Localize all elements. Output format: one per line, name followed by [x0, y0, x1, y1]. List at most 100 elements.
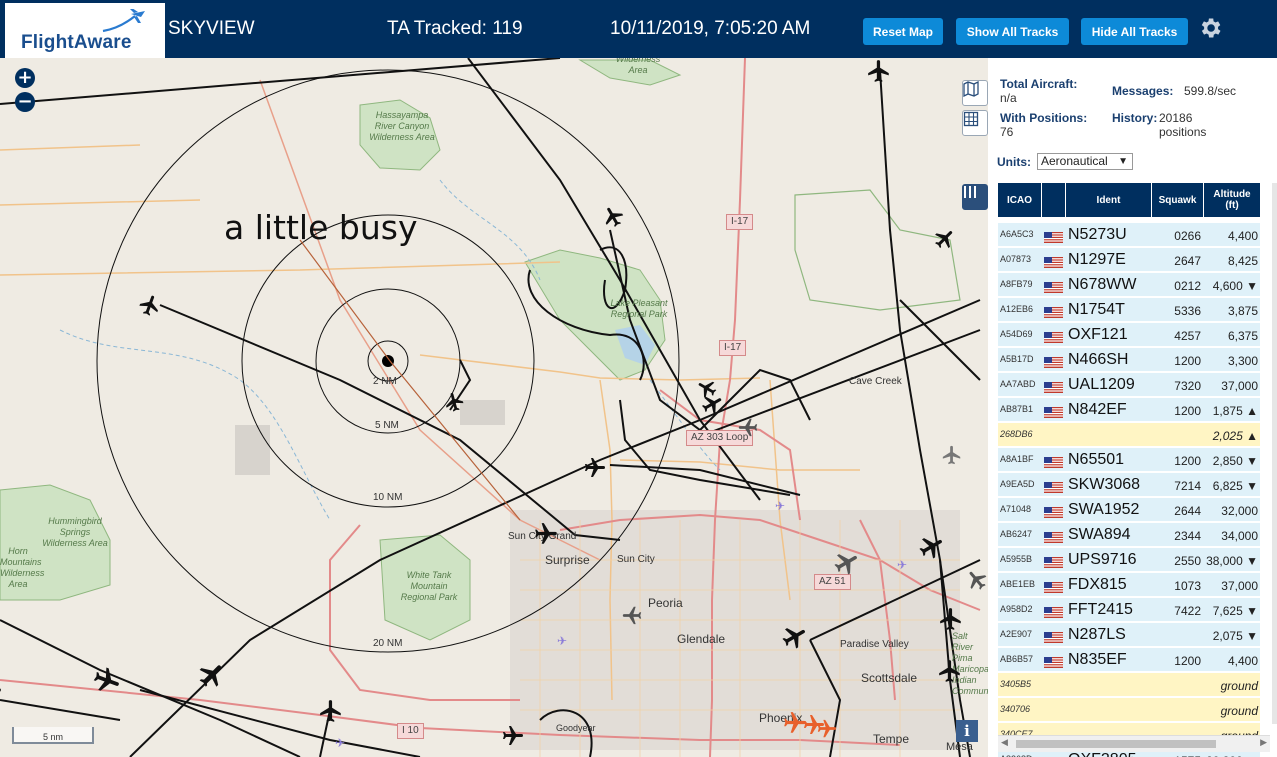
- units-select[interactable]: Aeronautical ▼: [1037, 153, 1133, 170]
- cell-squawk: 7214: [1174, 479, 1201, 493]
- cell-altitude: 4,600 ▼: [1212, 279, 1258, 293]
- cell-icao: AB6247: [1000, 529, 1033, 539]
- zoom-in-button[interactable]: +: [15, 68, 35, 88]
- cell-ident: N835EF: [1068, 651, 1127, 668]
- cell-squawk: 1200: [1174, 654, 1201, 668]
- table-row[interactable]: A8A1BF N65501 1200 2,850 ▼: [998, 448, 1260, 472]
- map-layers-button[interactable]: [962, 80, 988, 106]
- us-flag-icon: [1044, 280, 1063, 293]
- cell-altitude: 32,000: [1221, 504, 1258, 518]
- col-icao[interactable]: ICAO: [998, 183, 1042, 217]
- table-row[interactable]: AB6B57 N835EF 1200 4,400: [998, 648, 1260, 672]
- label-lake-pleasant: Lake Pleasant Regional Park: [610, 298, 668, 319]
- cell-squawk: 5336: [1174, 304, 1201, 318]
- cell-ident: N842EF: [1068, 401, 1127, 418]
- messages-value: 599.8/sec: [1184, 84, 1237, 98]
- table-row[interactable]: A71048 SWA1952 2644 32,000: [998, 498, 1260, 522]
- with-positions-label: With Positions:: [1000, 111, 1088, 125]
- table-vertical-scrollbar[interactable]: [1272, 183, 1277, 724]
- scrollbar-thumb[interactable]: [1016, 740, 1216, 748]
- table-row[interactable]: A12EB6 N1754T 5336 3,875: [998, 298, 1260, 322]
- reset-map-button[interactable]: Reset Map: [863, 18, 943, 45]
- cell-ident: FFT2415: [1068, 601, 1133, 618]
- cell-squawk: 2344: [1174, 529, 1201, 543]
- table-row[interactable]: A6A5C3 N5273U 0266 4,400: [998, 223, 1260, 247]
- zoom-out-button[interactable]: −: [15, 92, 35, 112]
- col-altitude[interactable]: Altitude (ft): [1204, 183, 1260, 217]
- label-tempe: Tempe: [873, 732, 910, 746]
- label-glendale: Glendale: [677, 632, 726, 646]
- ring-label-5nm: 5 NM: [375, 420, 399, 431]
- cell-squawk: 2550: [1174, 554, 1201, 568]
- scroll-right-icon[interactable]: ▶: [1260, 737, 1267, 748]
- table-row[interactable]: AA7ABD UAL1209 7320 37,000: [998, 373, 1260, 397]
- table-row[interactable]: A9EA5D SKW3068 7214 6,825 ▼: [998, 473, 1260, 497]
- cell-altitude: 37,000: [1221, 379, 1258, 393]
- table-horizontal-scrollbar[interactable]: ◀ ▶: [998, 735, 1270, 752]
- scroll-left-icon[interactable]: ◀: [1001, 737, 1008, 748]
- airport-icon: ✈: [335, 736, 346, 750]
- us-flag-icon: [1044, 655, 1063, 668]
- us-flag-icon: [1044, 330, 1063, 343]
- table-row[interactable]: A8FB79 N678WW 0212 4,600 ▼: [998, 273, 1260, 297]
- us-flag-icon: [1044, 630, 1063, 643]
- table-row[interactable]: AB6247 SWA894 2344 34,000: [998, 523, 1260, 547]
- cell-icao: 3405B5: [1000, 679, 1032, 689]
- road-shield-i17-a: I-17: [726, 214, 754, 230]
- airport-icon: ✈: [557, 634, 568, 648]
- flightaware-logo[interactable]: FlightAware: [5, 3, 165, 58]
- label-scottsdale: Scottsdale: [861, 671, 918, 685]
- us-flag-icon: [1044, 305, 1063, 318]
- table-header: ICAO Ident Squawk Altitude (ft): [998, 183, 1260, 217]
- us-flag-icon: [1044, 380, 1063, 393]
- cell-squawk: 4257: [1174, 329, 1201, 343]
- col-flag[interactable]: [1042, 183, 1066, 217]
- airport-icon: ✈: [897, 558, 908, 572]
- col-squawk[interactable]: Squawk: [1152, 183, 1204, 217]
- road-shield-i10: I 10: [397, 723, 424, 739]
- cell-ident: N287LS: [1068, 626, 1126, 643]
- us-flag-icon: [1044, 530, 1063, 543]
- cell-altitude: 6,375: [1227, 329, 1258, 343]
- label-hummingbird: Hummingbird Springs Wilderness Area: [42, 516, 108, 548]
- airport-icon: ✈: [775, 499, 786, 513]
- label-wilderness-top: Wilderness Area: [615, 58, 661, 75]
- cell-squawk: 0212: [1174, 279, 1201, 293]
- hide-all-tracks-button[interactable]: Hide All Tracks: [1081, 18, 1188, 45]
- table-row[interactable]: AB87B1 N842EF 1200 1,875 ▲: [998, 398, 1260, 422]
- table-row[interactable]: 340706 ground: [998, 698, 1260, 722]
- cell-squawk: 0266: [1174, 229, 1201, 243]
- table-row[interactable]: A5955B UPS9716 2550 38,000 ▼: [998, 548, 1260, 572]
- col-ident[interactable]: Ident: [1066, 183, 1152, 217]
- gear-icon[interactable]: [1197, 15, 1223, 41]
- show-all-tracks-button[interactable]: Show All Tracks: [956, 18, 1069, 45]
- table-row[interactable]: A2E907 N287LS 2,075 ▼: [998, 623, 1260, 647]
- cell-ident: N678WW: [1068, 276, 1137, 293]
- road-shield-i17-b: I-17: [719, 340, 747, 356]
- table-row[interactable]: ABE1EB FDX815 1073 37,000: [998, 573, 1260, 597]
- info-button[interactable]: i: [956, 720, 978, 742]
- cell-altitude: 4,400: [1227, 654, 1258, 668]
- cell-altitude: 37,000: [1221, 579, 1258, 593]
- label-sun-city: Sun City: [617, 554, 655, 565]
- table-row[interactable]: A54D69 OXF121 4257 6,375: [998, 323, 1260, 347]
- table-row[interactable]: A5B17D N466SH 1200 3,300: [998, 348, 1260, 372]
- map-layer: [0, 58, 981, 757]
- label-mesa: Mesa: [946, 741, 973, 753]
- table-row[interactable]: 268DB6 2,025 ▲: [998, 423, 1260, 447]
- history-value: 20186 positions: [1159, 111, 1207, 139]
- cell-altitude: 2,025 ▲: [1212, 429, 1258, 443]
- cell-icao: A2E907: [1000, 629, 1033, 639]
- ring-label-20nm: 20 NM: [373, 638, 403, 649]
- columns-toggle-button[interactable]: [962, 184, 988, 210]
- table-row[interactable]: A958D2 FFT2415 7422 7,625 ▼: [998, 598, 1260, 622]
- cell-ident: OXF121: [1068, 326, 1128, 343]
- grid-toggle-button[interactable]: [962, 110, 988, 136]
- table-row[interactable]: 3405B5 ground: [998, 673, 1260, 697]
- cell-ident: N1754T: [1068, 301, 1125, 318]
- cell-icao: A07873: [1000, 254, 1032, 264]
- map-view[interactable]: 2 NM 5 NM 10 NM 20 NM Wilderness Area Ha…: [0, 58, 988, 757]
- us-flag-icon: [1044, 605, 1063, 618]
- table-row[interactable]: A07873 N1297E 2647 8,425: [998, 248, 1260, 272]
- tracked-count: TA Tracked: 119: [387, 18, 523, 39]
